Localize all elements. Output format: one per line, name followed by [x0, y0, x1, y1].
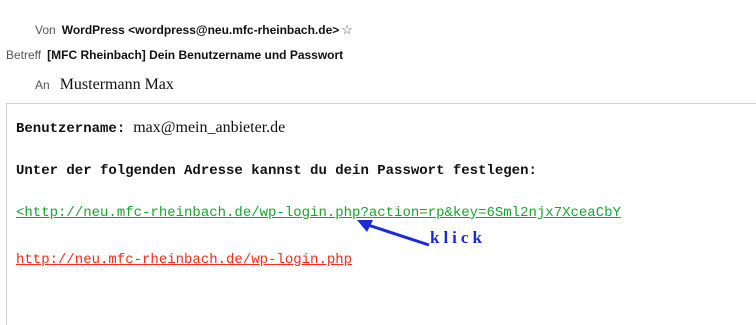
to-label: An [35, 78, 50, 92]
subject-label: Betreff [6, 48, 42, 62]
login-link[interactable]: http://neu.mfc-rheinbach.de/wp-login.php [16, 252, 352, 268]
to-recipient[interactable]: Mustermann Max [60, 76, 174, 94]
username-line: Benutzername: max@mein_anbieter.de [16, 119, 285, 137]
username-label: Benutzername: [16, 121, 126, 137]
from-label: Von [35, 23, 56, 37]
annotation-arrow-icon [357, 220, 430, 247]
to-row: An Mustermann Max [35, 76, 174, 94]
subject-row: Betreff [MFC Rheinbach] Dein Benutzernam… [6, 48, 343, 62]
subject-text: [MFC Rheinbach] Dein Benutzername und Pa… [47, 48, 344, 62]
from-row: Von WordPress <wordpress@neu.mfc-rheinba… [35, 22, 353, 38]
instruction-text: Unter der folgenden Adresse kannst du de… [16, 163, 537, 179]
star-icon[interactable]: ☆ [341, 22, 353, 38]
klick-annotation: klick [430, 228, 486, 247]
username-value: max@mein_anbieter.de [133, 119, 286, 136]
email-header: Von WordPress <wordpress@neu.mfc-rheinba… [0, 0, 756, 103]
password-reset-link[interactable]: <http://neu.mfc-rheinbach.de/wp-login.ph… [16, 205, 621, 221]
from-sender[interactable]: WordPress <wordpress@neu.mfc-rheinbach.d… [62, 23, 340, 37]
